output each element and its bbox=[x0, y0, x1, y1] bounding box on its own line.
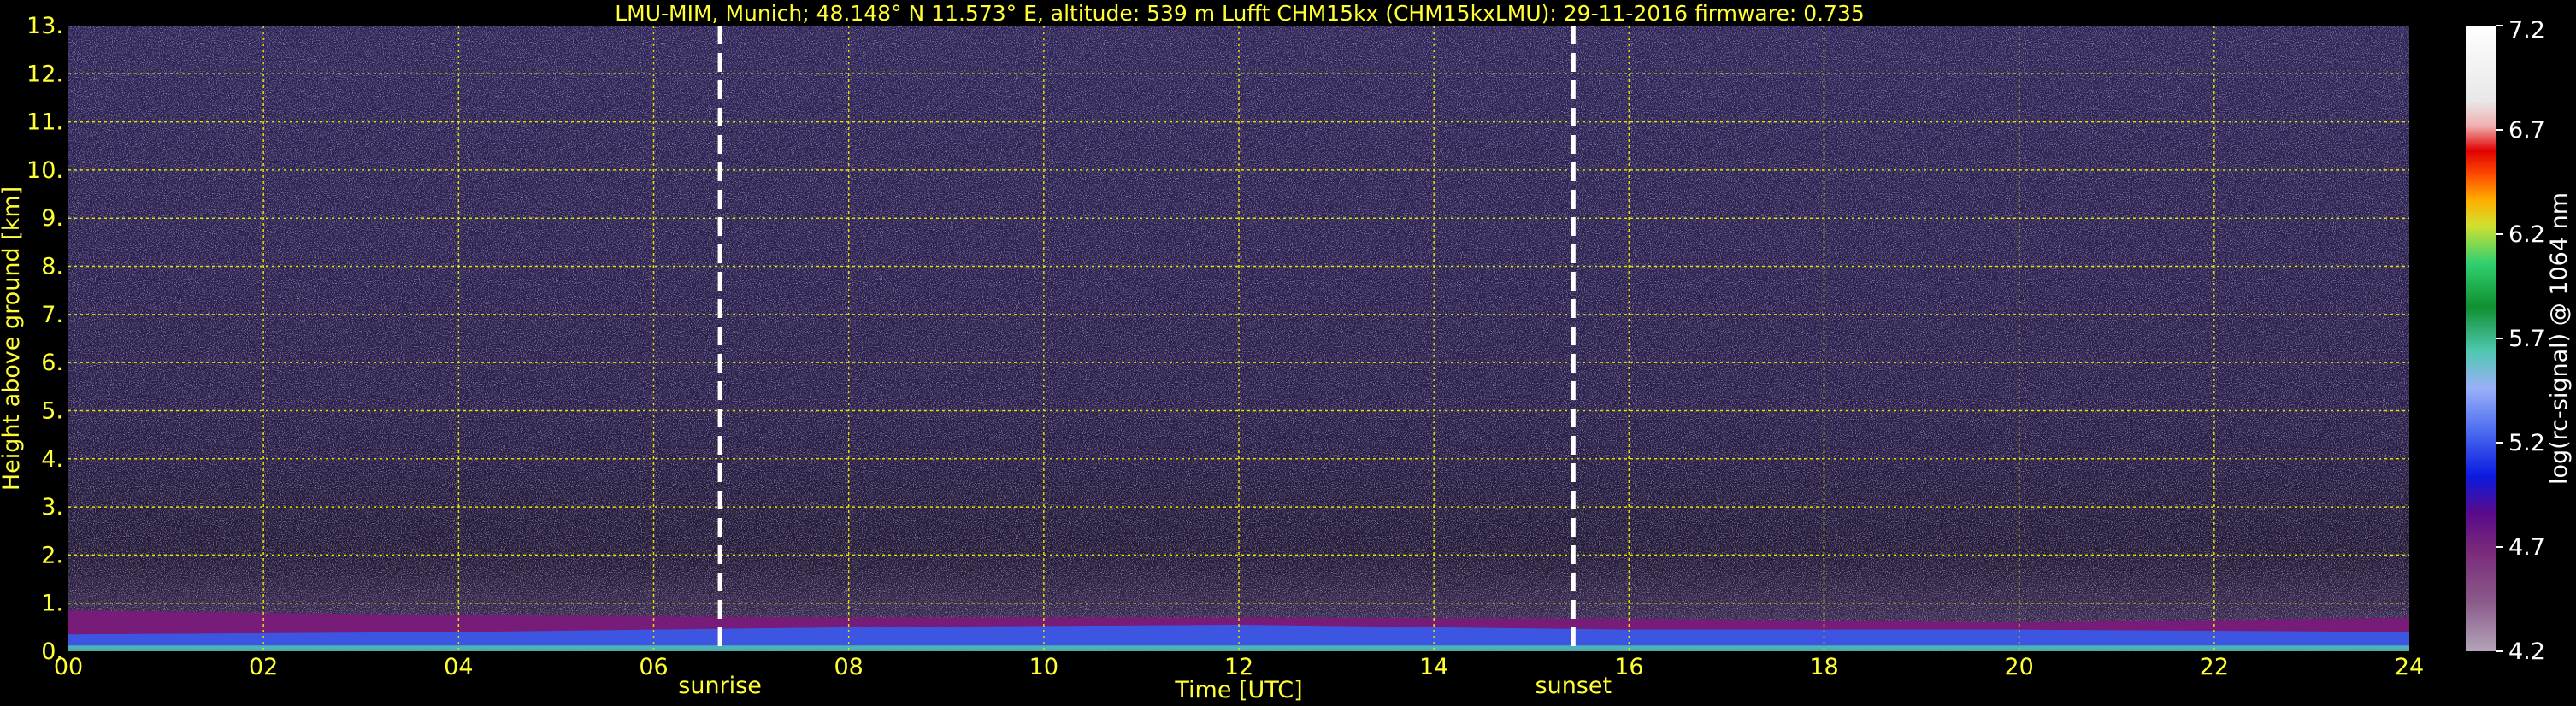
x-tick-label: 08 bbox=[834, 654, 863, 680]
y-axis-label: Height above ground [km] bbox=[0, 186, 25, 491]
colorbar-tick-label: 5.2 bbox=[2508, 430, 2545, 456]
colorbar-tick-label: 4.7 bbox=[2508, 534, 2545, 561]
x-tick-label: 10 bbox=[1029, 654, 1058, 680]
x-tick-label: 18 bbox=[1809, 654, 1838, 680]
colorbar-gradient bbox=[2466, 26, 2496, 651]
x-tick-label: 22 bbox=[2200, 654, 2229, 680]
y-tick-label: 11. bbox=[27, 109, 63, 136]
ceilometer-chart: 00 02 04 06 08 10 12 14 16 18 20 22 240.1.2.3.4.5.6.… bbox=[0, 1, 2573, 703]
sunrise-label: sunrise bbox=[678, 673, 762, 699]
y-tick-label: 2. bbox=[41, 542, 63, 568]
y-tick-label: 12. bbox=[27, 61, 63, 87]
y-tick-label: 0. bbox=[41, 638, 63, 665]
colorbar-label: log(rc-signal) @ 1064 nm bbox=[2546, 192, 2573, 485]
x-tick-label: 04 bbox=[444, 654, 473, 680]
y-tick-label: 7. bbox=[41, 302, 63, 328]
y-tick-label: 13. bbox=[27, 13, 63, 39]
y-tick-label: 9. bbox=[41, 205, 63, 232]
x-tick-label: 02 bbox=[249, 654, 278, 680]
y-tick-label: 4. bbox=[41, 446, 63, 473]
colorbar-tick-label: 5.7 bbox=[2508, 326, 2545, 352]
y-tick-label: 10. bbox=[27, 157, 63, 184]
x-tick-label: 06 bbox=[639, 654, 668, 680]
y-tick-label: 8. bbox=[41, 254, 63, 280]
sunset-label: sunset bbox=[1536, 673, 1612, 699]
y-tick-label: 6. bbox=[41, 350, 63, 376]
colorbar-tick-label: 4.2 bbox=[2508, 638, 2545, 665]
colorbar: 4.2 4.7 5.2 5.7 6.2 6.7 7.2 log(rc-signal) @ 1… bbox=[2466, 17, 2573, 665]
y-tick-label: 5. bbox=[41, 397, 63, 424]
y-tick-label: 1. bbox=[41, 591, 63, 617]
y-tick-label: 3. bbox=[41, 494, 63, 521]
x-tick-label: 24 bbox=[2395, 654, 2424, 680]
chart-title: LMU-MIM, Munich; 48.148° N 11.573° E, al… bbox=[615, 1, 1865, 26]
x-tick-label: 14 bbox=[1419, 654, 1448, 680]
colorbar-tick-label: 6.7 bbox=[2508, 117, 2545, 144]
x-tick-label: 20 bbox=[2004, 654, 2033, 680]
x-tick-label: 16 bbox=[1614, 654, 1643, 680]
colorbar-tick-label: 6.2 bbox=[2508, 221, 2545, 248]
x-axis-label: Time [UTC] bbox=[1174, 677, 1302, 703]
plot-area bbox=[68, 26, 2409, 651]
colorbar-tick-label: 7.2 bbox=[2508, 17, 2545, 44]
